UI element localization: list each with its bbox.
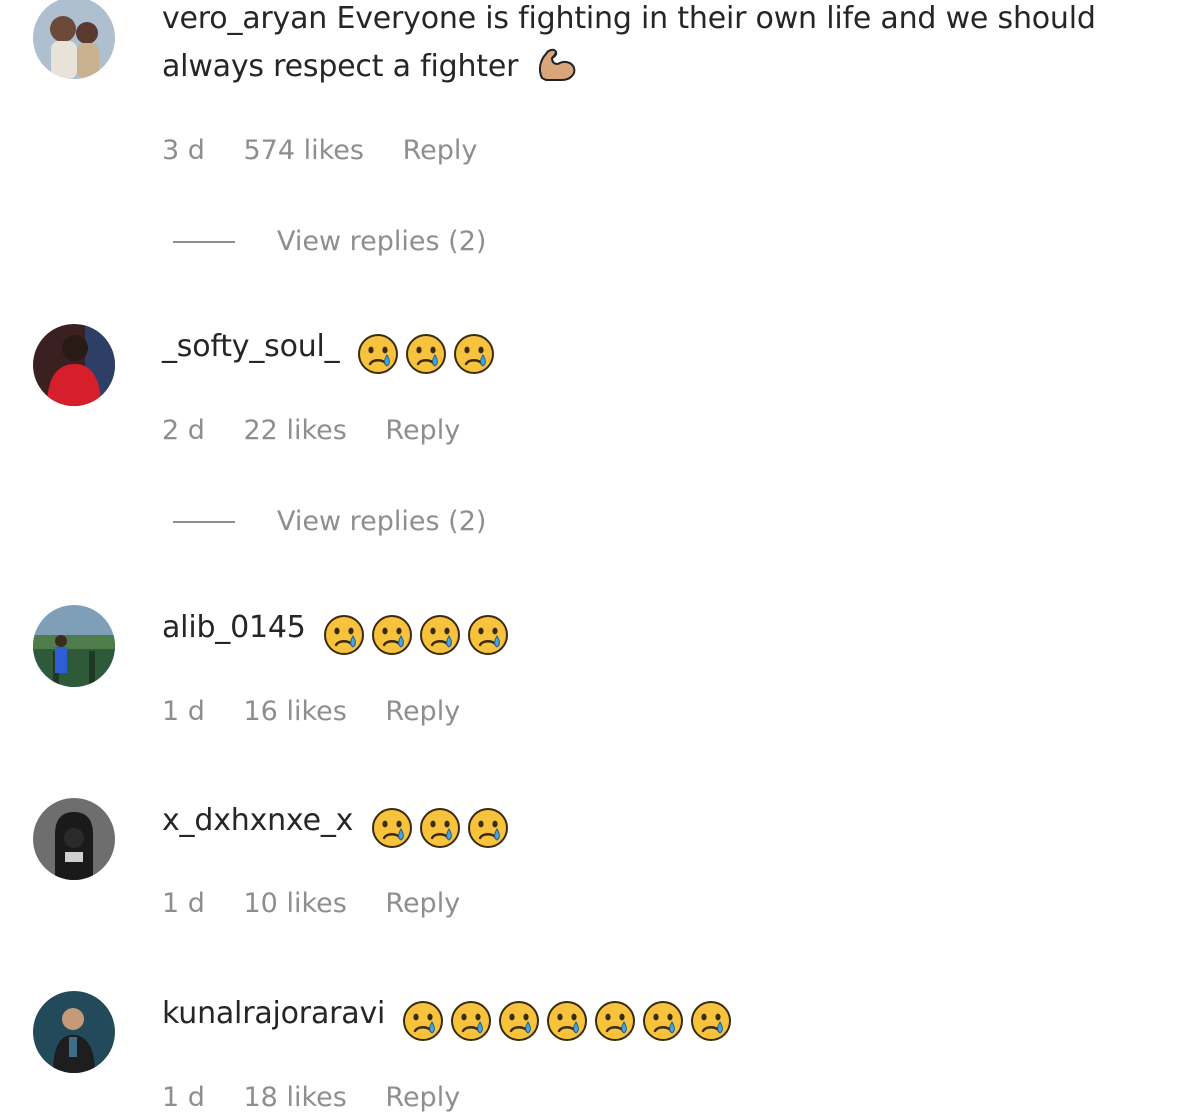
comment-text: alib_0145: [162, 605, 1180, 657]
comment-text: _softy_soul_: [162, 324, 1180, 376]
avatar-image: [33, 605, 115, 687]
replies-divider: [173, 520, 235, 523]
view-replies-label: View replies (2): [277, 506, 487, 537]
avatar-image: [33, 324, 115, 406]
username[interactable]: vero_aryan: [162, 1, 327, 36]
crying-face-icon: [357, 333, 399, 375]
crying-face-icon: [467, 807, 509, 849]
avatar-image: [33, 991, 115, 1073]
comment-text: x_dxhxnxe_x: [162, 798, 1180, 850]
crying-face-icon: [419, 807, 461, 849]
emoji-group: [323, 611, 515, 657]
avatar[interactable]: [33, 605, 115, 687]
avatar[interactable]: [33, 991, 115, 1073]
comment-time: 1 d: [162, 888, 205, 919]
crying-face-icon: [450, 1000, 492, 1042]
crying-face-icon: [594, 1000, 636, 1042]
crying-face-icon: [453, 333, 495, 375]
username[interactable]: x_dxhxnxe_x: [162, 803, 353, 838]
comment-text: kunalrajoraravi: [162, 991, 1180, 1043]
comment-meta: 3 d 574 likes Reply: [162, 135, 507, 166]
username[interactable]: alib_0145: [162, 610, 306, 645]
crying-face-icon: [498, 1000, 540, 1042]
crying-face-icon: [371, 807, 413, 849]
view-replies-button[interactable]: View replies (2): [173, 506, 486, 537]
crying-face-icon: [323, 614, 365, 656]
avatar[interactable]: [33, 324, 115, 406]
avatar[interactable]: [33, 798, 115, 880]
like-count[interactable]: 18 likes: [244, 1082, 347, 1113]
crying-face-icon: [690, 1000, 732, 1042]
emoji-group: [371, 804, 515, 850]
reply-button[interactable]: Reply: [385, 696, 460, 727]
view-replies-label: View replies (2): [277, 226, 487, 257]
comment-time: 1 d: [162, 1082, 205, 1113]
like-count[interactable]: 10 likes: [244, 888, 347, 919]
avatar-image: [33, 798, 115, 880]
avatar-image: [33, 0, 115, 79]
like-count[interactable]: 16 likes: [244, 696, 347, 727]
crying-face-icon: [642, 1000, 684, 1042]
comment-meta: 1 d 16 likes Reply: [162, 696, 490, 727]
username[interactable]: _softy_soul_: [162, 329, 340, 364]
crying-face-icon: [419, 614, 461, 656]
comment-time: 3 d: [162, 135, 205, 166]
reply-button[interactable]: Reply: [385, 888, 460, 919]
comment-time: 1 d: [162, 696, 205, 727]
avatar[interactable]: [33, 0, 115, 79]
reply-button[interactable]: Reply: [385, 1082, 460, 1113]
reply-button[interactable]: Reply: [385, 415, 460, 446]
replies-divider: [173, 240, 235, 243]
emoji-group: [402, 997, 738, 1043]
crying-face-icon: [402, 1000, 444, 1042]
like-count[interactable]: 574 likes: [244, 135, 364, 166]
crying-face-icon: [371, 614, 413, 656]
crying-face-icon: [405, 333, 447, 375]
reply-button[interactable]: Reply: [403, 135, 478, 166]
comment-meta: 1 d 10 likes Reply: [162, 888, 490, 919]
view-replies-button[interactable]: View replies (2): [173, 226, 486, 257]
username[interactable]: kunalrajoraravi: [162, 996, 385, 1031]
flexed-biceps-icon: [534, 42, 580, 84]
like-count[interactable]: 22 likes: [244, 415, 347, 446]
crying-face-icon: [467, 614, 509, 656]
emoji-group: [357, 330, 501, 376]
comment-meta: 2 d 22 likes Reply: [162, 415, 490, 446]
crying-face-icon: [546, 1000, 588, 1042]
comment-time: 2 d: [162, 415, 205, 446]
comment-text: vero_aryan Everyone is fighting in their…: [162, 0, 1180, 90]
comment-meta: 1 d 18 likes Reply: [162, 1082, 490, 1113]
